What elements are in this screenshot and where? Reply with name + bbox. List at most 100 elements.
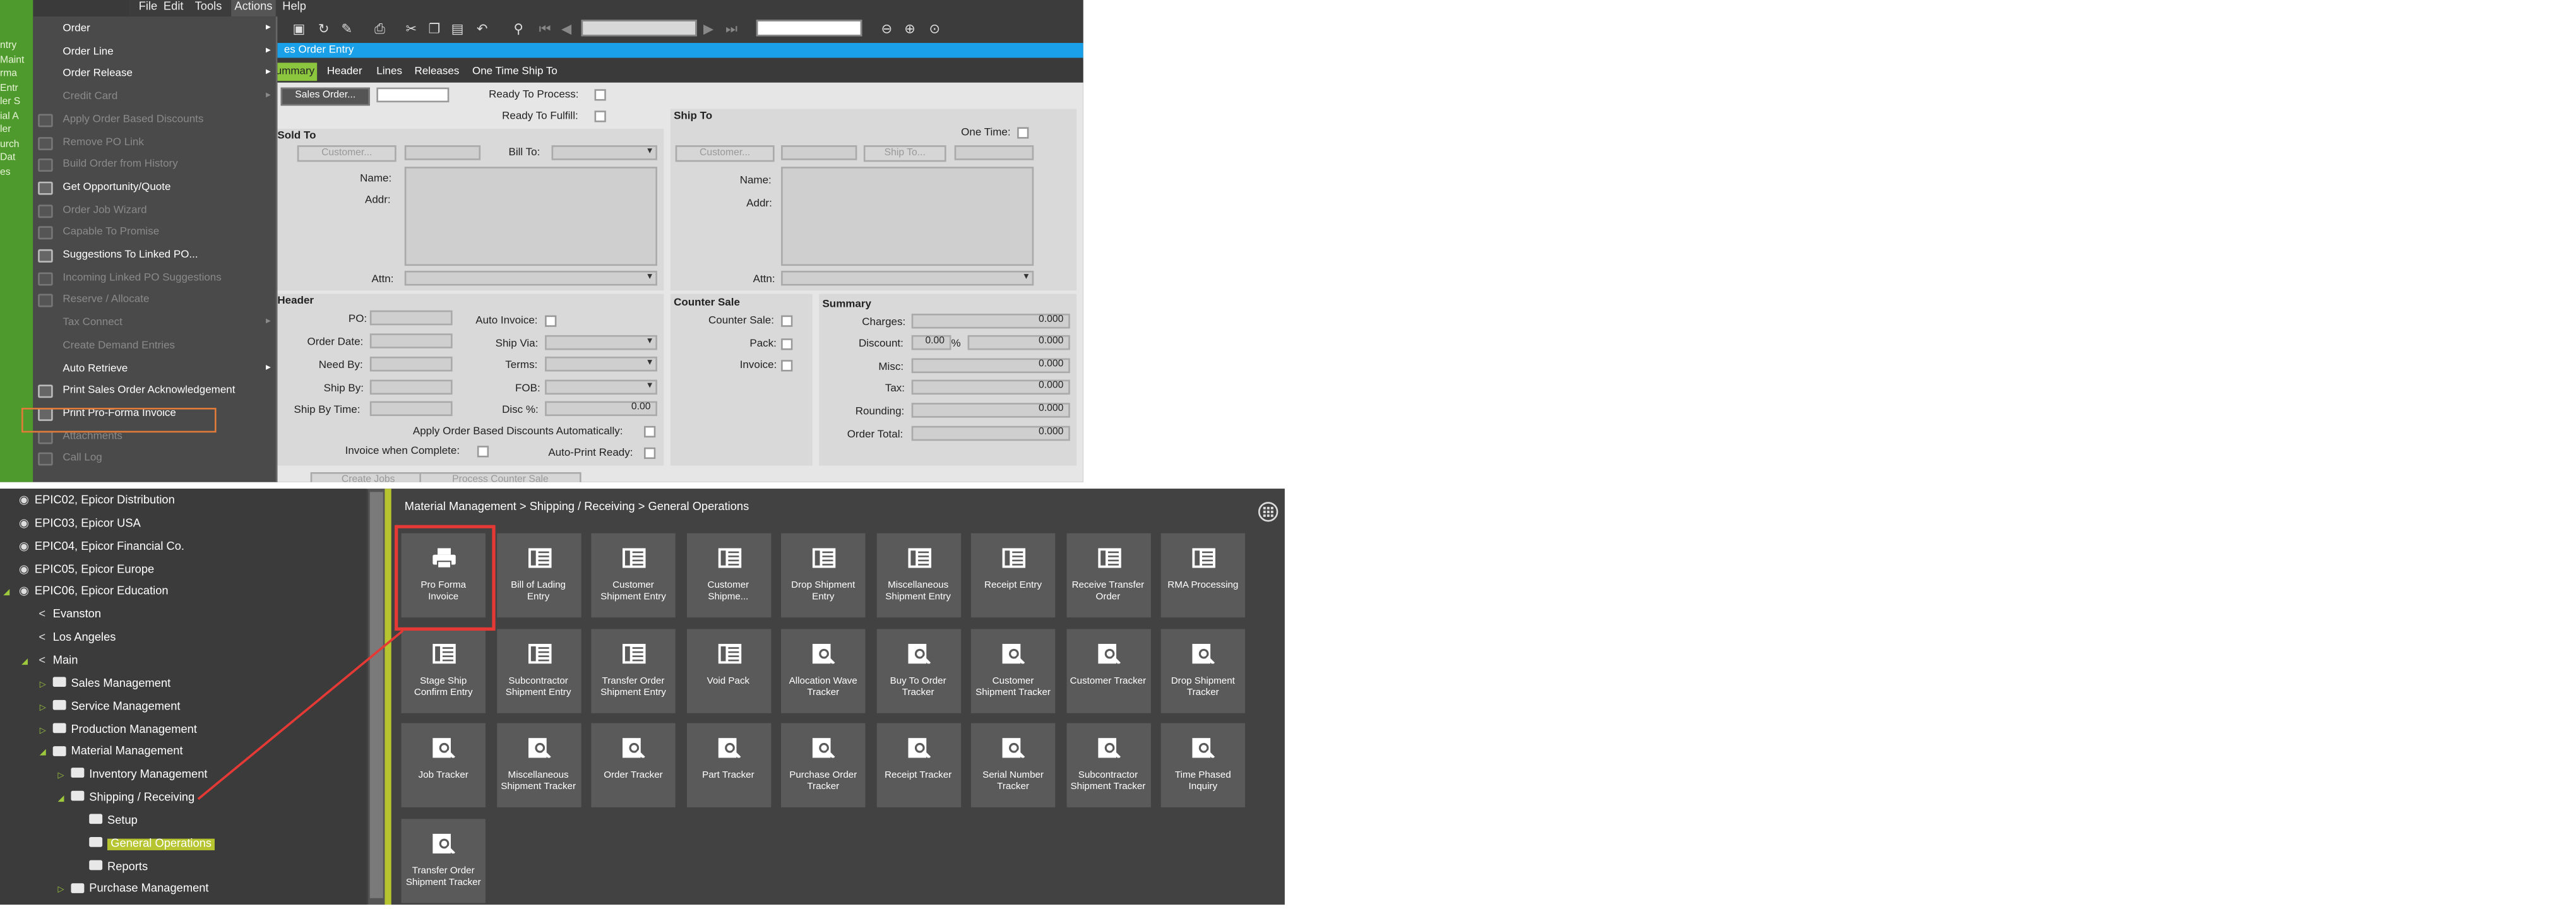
tile-customer-shipme[interactable]: Customer Shipme... [686, 533, 771, 618]
ship-by-field[interactable] [369, 379, 453, 395]
tile-drop-shipment-entry[interactable]: Drop Shipment Entry [781, 533, 866, 618]
bill-to-dropdown[interactable] [551, 145, 657, 160]
ship-via-dropdown[interactable] [545, 335, 657, 350]
tree-node[interactable]: ◢ Shipping / Receiving [58, 789, 194, 809]
tile-serial-number-tracker[interactable]: Serial Number Tracker [970, 723, 1056, 807]
tab-header[interactable]: Header [327, 64, 362, 80]
tree-node[interactable]: ▷ Sales Management [40, 675, 170, 694]
collapse-arrow-icon[interactable]: ◢ [21, 652, 28, 672]
charges-field[interactable]: 0.000 [911, 313, 1070, 329]
pack-checkbox[interactable] [781, 338, 793, 350]
tile-transfer-order-shipment-entry[interactable]: Transfer Order Shipment Entry [591, 628, 676, 713]
tile-subcontractor-shipment-tracker[interactable]: Subcontractor Shipment Tracker [1066, 723, 1150, 807]
refresh-icon[interactable]: ↻ [316, 21, 332, 38]
sales-order-button[interactable]: Sales Order... [280, 87, 370, 106]
tile-miscellaneous-shipment-entry[interactable]: Miscellaneous Shipment Entry [876, 533, 960, 618]
expand-arrow-icon[interactable]: ▷ [40, 721, 46, 740]
ship-by-time-field[interactable] [369, 401, 453, 417]
tab-summary[interactable]: ummary [270, 62, 318, 81]
terms-dropdown[interactable] [545, 356, 657, 372]
auto-invoice-checkbox[interactable] [545, 315, 557, 327]
auto-print-ready-checkbox[interactable] [644, 447, 656, 460]
menu-item-suggestions-to-linked-po[interactable]: Suggestions To Linked PO... [33, 244, 277, 267]
tile-receive-transfer-order[interactable]: Receive Transfer Order [1066, 533, 1150, 618]
tile-bill-of-lading-entry[interactable]: Bill of Lading Entry [496, 533, 581, 618]
sold-to-attn-dropdown[interactable] [404, 270, 657, 286]
tile-stage-ship-confirm-entry[interactable]: Stage Ship Confirm Entry [401, 628, 486, 713]
tab-releases[interactable]: Releases [414, 64, 459, 80]
invoice-when-complete-checkbox[interactable] [477, 446, 489, 458]
tree-node[interactable]: Setup [89, 812, 138, 831]
back-icon[interactable]: ⊖ [878, 21, 895, 38]
invoice-checkbox[interactable] [781, 360, 793, 372]
customer-button[interactable]: Customer... [297, 145, 397, 162]
tree-node[interactable]: ▷ Production Management [40, 721, 197, 740]
tile-customer-shipment-entry[interactable]: Customer Shipment Entry [591, 533, 676, 618]
menu-item-auto-retrieve[interactable]: Auto Retrieve ▸ [33, 357, 277, 380]
tile-buy-to-order-tracker[interactable]: Buy To Order Tracker [876, 628, 960, 713]
save-icon[interactable]: ▣ [290, 21, 307, 38]
tile-customer-tracker[interactable]: Customer Tracker [1066, 628, 1150, 713]
menu-tools[interactable]: Tools [195, 0, 222, 16]
need-by-field[interactable] [369, 356, 453, 372]
ship-to-button[interactable]: Ship To... [863, 145, 946, 162]
order-date-field[interactable] [369, 333, 453, 348]
tree-node[interactable]: Reports [89, 858, 148, 877]
ship-to-address-box[interactable] [781, 167, 1034, 266]
tile-part-tracker[interactable]: Part Tracker [686, 723, 771, 807]
tile-customer-shipment-tracker[interactable]: Customer Shipment Tracker [970, 628, 1056, 713]
home-icon[interactable]: ⊙ [926, 21, 943, 38]
expand-arrow-icon[interactable]: ▷ [40, 698, 46, 717]
misc-field[interactable]: 0.000 [911, 358, 1070, 374]
paste-icon[interactable]: ▤ [449, 21, 465, 38]
binoculars-icon[interactable]: ⚲ [510, 21, 527, 38]
apply-discounts-checkbox[interactable] [644, 425, 656, 438]
process-counter-sale-button[interactable]: Process Counter Sale [419, 472, 581, 482]
one-time-checkbox[interactable] [1017, 127, 1029, 139]
prev-record-icon[interactable]: ◀ [558, 21, 575, 38]
collapse-arrow-icon[interactable]: ◢ [40, 744, 46, 763]
discount-amount-field[interactable]: 0.000 [967, 335, 1070, 350]
tile-time-phased-inquiry[interactable]: Time Phased Inquiry [1160, 723, 1246, 807]
tree-node[interactable]: ▷ Inventory Management [58, 766, 208, 786]
disc-field[interactable]: 0.00 [545, 401, 657, 417]
tax-field[interactable]: 0.000 [911, 379, 1070, 395]
app-grid-icon[interactable] [1258, 502, 1279, 522]
tree-node[interactable]: ◉ EPIC03, Epicor USA [16, 515, 141, 535]
tile-job-tracker[interactable]: Job Tracker [401, 723, 486, 807]
first-record-icon[interactable]: ⏮ [537, 21, 553, 38]
record-combo[interactable] [581, 20, 697, 37]
tile-receipt-tracker[interactable]: Receipt Tracker [876, 723, 960, 807]
tile-void-pack[interactable]: Void Pack [686, 628, 771, 713]
tile-purchase-order-tracker[interactable]: Purchase Order Tracker [781, 723, 866, 807]
expand-arrow-icon[interactable]: ▷ [40, 675, 46, 694]
tree-scrollbar-thumb[interactable] [369, 492, 383, 898]
cut-icon[interactable]: ✂ [403, 21, 419, 38]
expand-arrow-icon[interactable]: ▷ [58, 766, 64, 786]
tile-subcontractor-shipment-entry[interactable]: Subcontractor Shipment Entry [496, 628, 581, 713]
menu-item-order[interactable]: Order ▸ [33, 18, 277, 41]
fob-dropdown[interactable] [545, 379, 657, 395]
sold-to-customer-field[interactable] [404, 145, 481, 160]
po-field[interactable] [369, 310, 453, 326]
ship-to-attn-dropdown[interactable] [781, 270, 1034, 286]
collapse-arrow-icon[interactable]: ◢ [3, 583, 9, 603]
ready-to-process-checkbox[interactable] [594, 89, 606, 101]
ship-to-customer-button[interactable]: Customer... [675, 145, 775, 162]
print-icon[interactable]: ⎙ [371, 21, 388, 38]
tree-node[interactable]: ◢ Material Management [40, 744, 183, 763]
sales-order-field[interactable] [376, 87, 450, 103]
tree-node[interactable]: ▷ Purchase Management [58, 881, 209, 900]
menu-item-order-line[interactable]: Order Line ▸ [33, 41, 277, 64]
collapse-arrow-icon[interactable]: ◢ [58, 789, 64, 809]
tile-order-tracker[interactable]: Order Tracker [591, 723, 676, 807]
tab-lines[interactable]: Lines [376, 64, 402, 80]
last-record-icon[interactable]: ⏭ [724, 21, 740, 38]
rounding-field[interactable]: 0.000 [911, 403, 1070, 418]
tab-one-time-ship-to[interactable]: One Time Ship To [472, 64, 558, 80]
ready-to-fulfill-checkbox[interactable] [594, 110, 606, 122]
tile-allocation-wave-tracker[interactable]: Allocation Wave Tracker [781, 628, 866, 713]
tree-node[interactable]: ◉ EPIC04, Epicor Financial Co. [16, 538, 184, 557]
ship-to-customer-field[interactable] [781, 145, 857, 160]
tree-node[interactable]: ◉ EPIC02, Epicor Distribution [16, 492, 175, 511]
